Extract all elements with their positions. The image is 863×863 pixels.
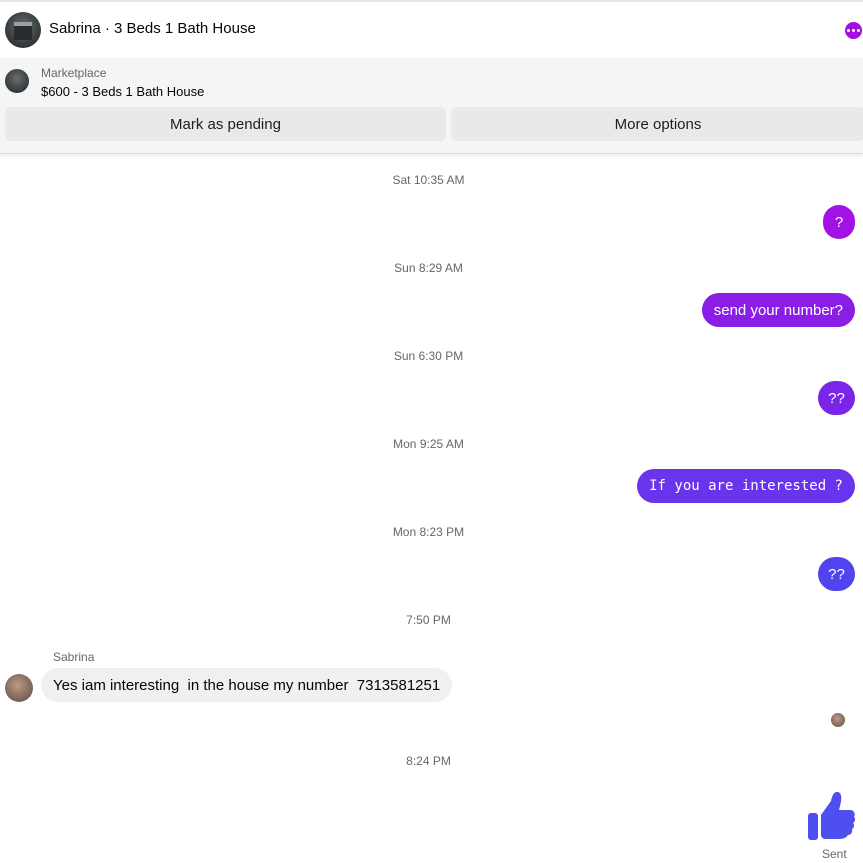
sender-name: Sabrina: [53, 650, 95, 664]
outgoing-message[interactable]: If you are interested ?: [637, 469, 855, 503]
message-timestamp: Mon 9:25 AM: [393, 437, 464, 451]
marketplace-listing-bar: Marketplace $600 - 3 Beds 1 Bath House M…: [0, 58, 863, 154]
incoming-message[interactable]: Yes iam interesting in the house my numb…: [41, 668, 453, 702]
message-status: Sent: [822, 847, 847, 861]
message-timestamp: 7:50 PM: [406, 613, 451, 627]
message-timestamp: 8:24 PM: [406, 754, 451, 768]
more-options-button[interactable]: More options: [451, 107, 863, 141]
message-timestamp: Sun 8:29 AM: [394, 261, 463, 275]
message-timestamp: Mon 8:23 PM: [392, 525, 465, 539]
listing-thumbnail[interactable]: [5, 69, 29, 93]
conversation-header: Sabrina · 3 Beds 1 Bath House: [0, 0, 863, 58]
conversation-title[interactable]: Sabrina · 3 Beds 1 Bath House: [49, 20, 256, 37]
message-timestamp: Sun 6:30 PM: [393, 349, 464, 363]
outgoing-message[interactable]: send your number?: [701, 293, 855, 327]
contact-avatar[interactable]: [5, 12, 41, 48]
marketplace-label: Marketplace: [41, 66, 107, 80]
more-options-icon[interactable]: [845, 22, 862, 39]
message-timestamp: Sat 10:35 AM: [392, 173, 465, 187]
outgoing-message[interactable]: ??: [818, 557, 855, 591]
thumbs-up-icon[interactable]: [806, 790, 856, 842]
outgoing-message[interactable]: ?: [823, 205, 855, 239]
listing-title[interactable]: $600 - 3 Beds 1 Bath House: [41, 84, 204, 99]
read-receipt-avatar: [831, 713, 845, 727]
mark-as-pending-button[interactable]: Mark as pending: [5, 107, 446, 141]
outgoing-message[interactable]: ??: [818, 381, 855, 415]
sender-avatar[interactable]: [5, 674, 33, 702]
